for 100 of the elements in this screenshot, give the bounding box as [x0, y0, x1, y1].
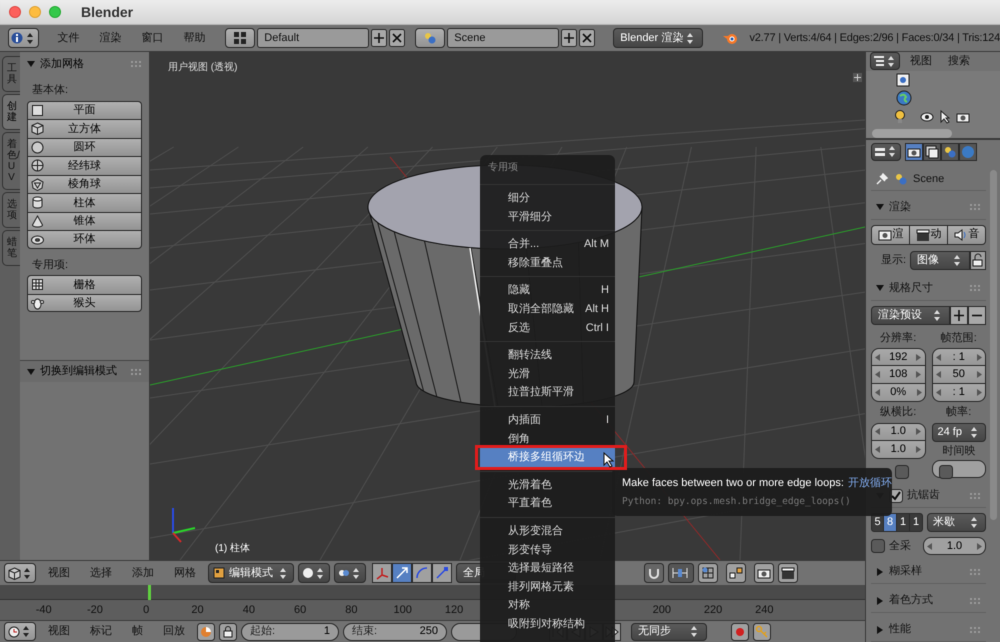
frame-tick-label: 20	[190, 602, 205, 618]
add-mesh-button[interactable]: 柱体	[27, 193, 142, 212]
menu-item[interactable]: 排列网格元素	[480, 578, 615, 596]
menu-item[interactable]: 移除重叠点	[480, 254, 615, 272]
preset-dropdown[interactable]: 渲染预设	[871, 306, 950, 324]
add-mesh-button[interactable]: 猴头	[27, 294, 142, 312]
tooltip-value: 开放循环	[848, 476, 892, 491]
scene-name: Scene	[913, 172, 944, 187]
sample-option[interactable]: 8	[884, 513, 897, 532]
resolution-field[interactable]: 192	[871, 348, 926, 366]
menu-item[interactable]: 光滑	[480, 364, 615, 384]
render-button[interactable]: 动	[910, 224, 948, 244]
frame-tick-label: 80	[344, 602, 359, 618]
render-engine-dropdown[interactable]: Blender 渲染	[613, 28, 704, 48]
add-mesh-button[interactable]: 栅格	[27, 275, 142, 294]
field-label: 纵横比:	[879, 405, 918, 420]
menu-item[interactable]: 标记	[82, 623, 120, 640]
render-button[interactable]: 渲	[871, 224, 910, 244]
field-label: 显示:	[881, 253, 906, 268]
scene-field[interactable]: Scene	[447, 28, 560, 48]
layout-field[interactable]: Default	[257, 28, 370, 48]
frame-range-field[interactable]: : 1	[932, 348, 986, 366]
add-mesh-button[interactable]: 锥体	[27, 212, 142, 230]
menu-item[interactable]: 形变传导	[480, 540, 615, 560]
menu-item[interactable]: 视图	[40, 623, 78, 640]
menu-item[interactable]: 吸附到对称结构	[480, 614, 615, 634]
sync-dropdown[interactable]: 无同步	[631, 622, 707, 640]
menu-item[interactable]: 添加	[124, 564, 162, 582]
aspect-field[interactable]: 1.0	[871, 422, 926, 440]
add-mesh-button[interactable]: 棱角球	[27, 174, 142, 193]
panel-title[interactable]: 性能	[889, 621, 911, 638]
menu-item[interactable]: 拉普拉斯平滑	[480, 383, 615, 402]
menu-item[interactable]: 光滑着色	[480, 476, 615, 494]
menu-item[interactable]: 窗口	[131, 30, 174, 46]
tooltip-python: Python: bpy.ops.mesh.bridge_edge_loops()	[622, 495, 852, 510]
object-label: (1) 柱体	[215, 542, 250, 556]
menu-item[interactable]: 倒角	[480, 430, 615, 448]
mode-dropdown[interactable]: 编辑模式	[208, 563, 294, 583]
frame-tick-label: -20	[86, 602, 104, 618]
add-mesh-button[interactable]: 立方体	[27, 119, 142, 138]
menu-item[interactable]: 回放	[155, 623, 193, 640]
frame-range-field[interactable]: : 1	[932, 384, 986, 402]
tooltip-description: Make faces between two or more edge loops:	[622, 476, 844, 491]
group-label: 专用项:	[31, 258, 70, 272]
frame-tick-label: 40	[242, 602, 256, 618]
menu-item[interactable]: 视图	[40, 564, 78, 582]
menu-item[interactable]: 网格	[166, 564, 204, 582]
menu-item[interactable]: 内插面 I	[480, 410, 615, 430]
field-label: 帧范围:	[940, 330, 978, 346]
menu-item[interactable]: 桥接多组循环边	[480, 448, 615, 467]
menu-item[interactable]: 反选 Ctrl I	[480, 318, 615, 338]
panel-title[interactable]: 渲染	[889, 198, 911, 216]
menu-item[interactable]: 搜索	[942, 53, 976, 70]
menu-item[interactable]: 取消全部隐藏 Alt H	[480, 300, 615, 319]
add-mesh-button[interactable]: 圆环	[27, 138, 142, 156]
add-mesh-button[interactable]: 平面	[27, 100, 142, 119]
resolution-field[interactable]: 108	[871, 366, 926, 384]
end-frame-field[interactable]: 结束: 250	[343, 622, 447, 640]
frame-rate-dropdown[interactable]: 24 fp	[932, 422, 986, 442]
menu-item[interactable]: 平滑细分	[480, 208, 615, 226]
add-mesh-button[interactable]: 环体	[27, 230, 142, 248]
menu-item[interactable]: 合并... Alt M	[480, 235, 615, 254]
menu-item[interactable]: 文件	[47, 30, 90, 46]
frame-range-field[interactable]: 50	[932, 366, 986, 384]
display-dropdown[interactable]: 图像	[910, 251, 970, 270]
panel-title[interactable]: 糊采样	[889, 563, 922, 580]
menu-item[interactable]: 从形变混合	[480, 522, 615, 540]
panel-title[interactable]: 规格尺寸	[889, 280, 933, 296]
menu-item[interactable]: 视图	[904, 53, 938, 70]
viewport-title: 用户视图 (透视)	[168, 60, 238, 75]
menu-item[interactable]: 渲染	[89, 30, 132, 46]
sample-option[interactable]: 1	[897, 513, 910, 532]
frame-tick-label: 60	[293, 602, 308, 618]
panel-title[interactable]: 抗锯齿	[907, 487, 940, 504]
window-title: Blender	[81, 2, 134, 22]
frame-tick-label: 0	[142, 602, 150, 618]
menu-item[interactable]: 帮助	[173, 30, 216, 46]
menu-item[interactable]: 对称	[480, 596, 615, 615]
start-frame-field[interactable]: 起始: 1	[241, 622, 339, 640]
menu-item[interactable]: 选择	[82, 564, 120, 582]
filter-size-field[interactable]: 1.0	[923, 537, 986, 555]
menu-item[interactable]: 细分	[480, 189, 615, 208]
frame-tick-label: -40	[34, 602, 53, 618]
checkbox-label[interactable]: 全采	[889, 538, 911, 554]
field-label: 时间映	[941, 444, 976, 458]
add-mesh-button[interactable]: 经纬球	[27, 156, 142, 174]
menu-item[interactable]: 选择最短路径	[480, 559, 615, 578]
menu-item[interactable]: 平直着色	[480, 494, 615, 513]
filter-dropdown[interactable]: 米歇	[927, 513, 986, 532]
aspect-field[interactable]: 1.0	[871, 440, 926, 458]
frame-tick-label: 220	[702, 602, 724, 618]
sample-option[interactable]: 1	[910, 513, 923, 532]
panel-title[interactable]: 添加网格	[40, 56, 84, 72]
shelf-tab[interactable]: 创建	[2, 94, 20, 130]
menu-item[interactable]: 隐藏 H	[480, 281, 615, 300]
render-button[interactable]: 音	[948, 224, 986, 244]
resolution-field[interactable]: 0%	[871, 384, 926, 402]
panel-title[interactable]: 着色方式	[889, 592, 933, 609]
menu-item[interactable]: 翻转法线	[480, 346, 615, 365]
menu-item[interactable]: 帧	[124, 623, 151, 640]
